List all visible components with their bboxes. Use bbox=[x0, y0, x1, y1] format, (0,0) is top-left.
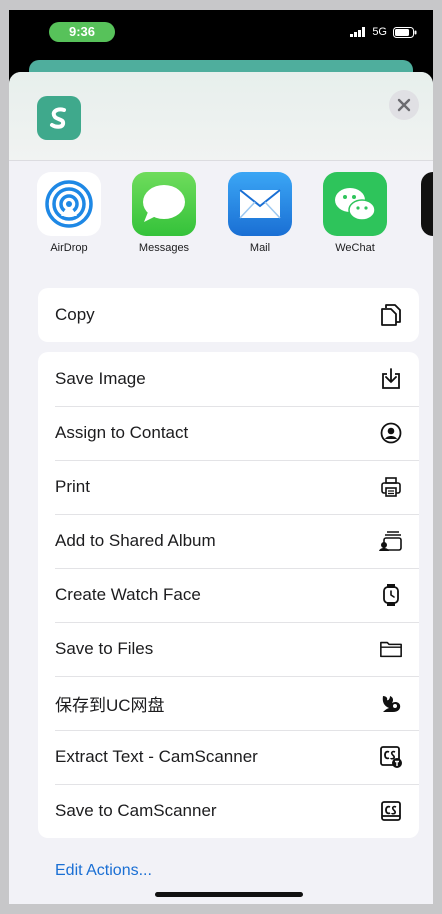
close-icon bbox=[397, 98, 411, 112]
share-target-label: Messages bbox=[138, 242, 190, 254]
add-to-shared-album-action[interactable]: Add to Shared Album bbox=[38, 514, 419, 568]
action-label: Print bbox=[55, 477, 90, 496]
action-label: Save to Files bbox=[55, 639, 154, 658]
share-target-label: WeChat bbox=[335, 242, 375, 254]
status-time[interactable]: 9:36 bbox=[49, 22, 115, 42]
action-label: Copy bbox=[55, 305, 95, 324]
action-label: 保存到UC网盘 bbox=[55, 695, 165, 715]
status-bar: 9:36 5G bbox=[9, 10, 433, 58]
action-label: Save Image bbox=[55, 369, 146, 388]
camscanner-icon bbox=[379, 799, 403, 823]
uc-icon bbox=[379, 691, 403, 715]
save-image-action[interactable]: Save Image bbox=[38, 352, 419, 406]
watch-icon bbox=[379, 583, 403, 607]
action-label: Save to CamScanner bbox=[55, 801, 217, 820]
edit-actions-link[interactable]: Edit Actions... bbox=[55, 862, 152, 880]
signal-icon bbox=[350, 27, 366, 37]
save-image-icon bbox=[379, 367, 403, 391]
save-to-files-action[interactable]: Save to Files bbox=[38, 622, 419, 676]
copy-group: Copy bbox=[38, 288, 419, 342]
status-indicators: 5G bbox=[350, 24, 417, 40]
close-button[interactable] bbox=[389, 90, 419, 120]
print-action[interactable]: Print bbox=[38, 460, 419, 514]
action-label: Create Watch Face bbox=[55, 585, 201, 604]
share-target-wechat[interactable]: WeChat bbox=[320, 172, 390, 254]
action-label: Extract Text - CamScanner bbox=[55, 747, 258, 766]
airdrop-icon bbox=[37, 172, 101, 236]
mail-icon bbox=[228, 172, 292, 236]
print-icon bbox=[379, 475, 403, 499]
action-label: Add to Shared Album bbox=[55, 531, 216, 550]
share-target-messages[interactable]: Messages bbox=[129, 172, 199, 254]
share-targets-row: AirDrop Messages Mail WeChat bbox=[9, 172, 433, 272]
assign-to-contact-action[interactable]: Assign to Contact bbox=[38, 406, 419, 460]
create-watch-face-action[interactable]: Create Watch Face bbox=[38, 568, 419, 622]
more-share-target[interactable] bbox=[421, 172, 433, 236]
source-app-icon bbox=[37, 96, 81, 140]
battery-icon bbox=[393, 26, 417, 38]
messages-icon bbox=[132, 172, 196, 236]
share-target-mail[interactable]: Mail bbox=[225, 172, 295, 254]
save-to-camscanner-action[interactable]: Save to CamScanner bbox=[38, 784, 419, 838]
contact-icon bbox=[379, 421, 403, 445]
actions-group: Save Image Assign to Contact Print Add t… bbox=[38, 352, 419, 838]
extract-text-camscanner-action[interactable]: Extract Text - CamScanner bbox=[38, 730, 419, 784]
share-target-airdrop[interactable]: AirDrop bbox=[34, 172, 104, 254]
wechat-icon bbox=[323, 172, 387, 236]
copy-icon bbox=[379, 303, 403, 327]
camscanner-extract-icon bbox=[379, 745, 403, 769]
folder-icon bbox=[379, 637, 403, 661]
share-sheet: AirDrop Messages Mail WeChat Copy Save I… bbox=[9, 72, 433, 904]
share-target-label: Mail bbox=[249, 242, 271, 254]
phone-screen: 9:36 5G AirDrop Messages Mail WeChat Cop… bbox=[9, 10, 433, 904]
share-target-label: AirDrop bbox=[50, 242, 88, 254]
save-to-uc-drive-action[interactable]: 保存到UC网盘 bbox=[38, 676, 419, 730]
copy-action[interactable]: Copy bbox=[38, 288, 419, 342]
home-indicator[interactable] bbox=[155, 892, 303, 897]
shared-album-icon bbox=[379, 529, 403, 553]
action-label: Assign to Contact bbox=[55, 423, 189, 442]
share-sheet-header bbox=[9, 72, 433, 161]
network-label: 5G bbox=[372, 26, 387, 38]
